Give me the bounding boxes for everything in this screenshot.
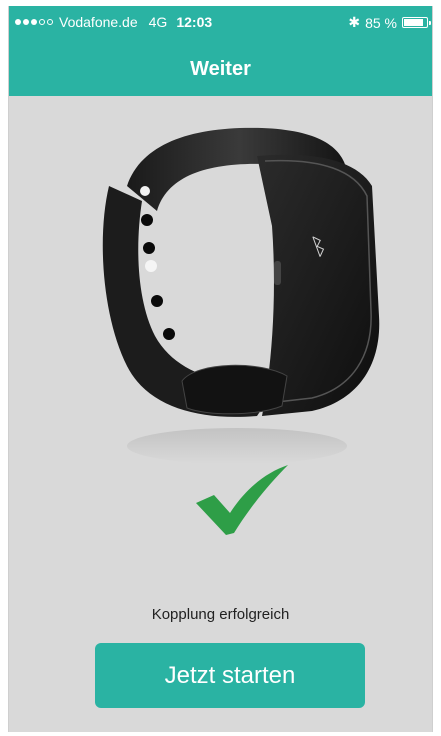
bluetooth-icon: ✱: [348, 14, 361, 30]
battery-fill: [404, 19, 423, 26]
battery-percent: 85 %: [365, 14, 397, 31]
header-bar: Vodafone.de 4G 12:03 ✱ 85 % Weiter: [9, 6, 432, 96]
network-type: 4G: [148, 14, 168, 30]
status-left: Vodafone.de 4G 12:03: [15, 14, 212, 30]
page-title[interactable]: Weiter: [9, 58, 432, 81]
checkmark-icon: [196, 465, 288, 535]
clock-time: 12:03: [176, 14, 213, 30]
fitness-tracker-image: ᛒ: [102, 127, 380, 464]
carrier-name: Vodafone.de: [59, 14, 138, 30]
app-screen: Vodafone.de 4G 12:03 ✱ 85 % Weiter ᛒ Kop…: [8, 6, 433, 732]
start-now-button[interactable]: Jetzt starten: [95, 643, 365, 708]
battery-icon: [402, 17, 431, 28]
signal-dots-icon: [15, 19, 53, 25]
status-bar: Vodafone.de 4G 12:03 ✱ 85 %: [9, 6, 432, 36]
pairing-success-message: Kopplung erfolgreich: [151, 606, 290, 623]
status-right: ✱ 85 %: [348, 14, 431, 31]
